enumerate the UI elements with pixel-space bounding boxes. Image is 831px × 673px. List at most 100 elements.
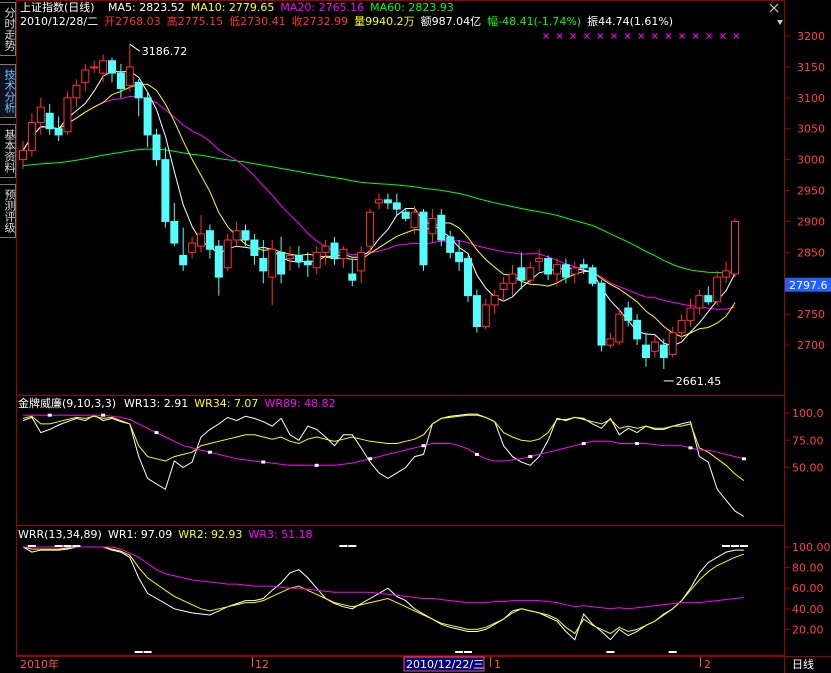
x-marker bbox=[679, 33, 685, 39]
x-marker bbox=[719, 33, 726, 39]
x-marker bbox=[624, 33, 631, 39]
candle bbox=[704, 286, 713, 305]
price-tick-label: 2700 bbox=[797, 339, 825, 352]
svg-text:2797.6: 2797.6 bbox=[789, 279, 828, 292]
candle bbox=[472, 289, 481, 333]
ma-values: MA5: 2823.52 MA10: 2779.65 MA20: 2765.16 MA… bbox=[108, 1, 454, 14]
osc-tick-label: 60.00 bbox=[792, 582, 824, 595]
candle bbox=[108, 57, 116, 83]
candle bbox=[490, 289, 499, 315]
candle bbox=[250, 233, 259, 265]
candle bbox=[357, 246, 366, 284]
candle bbox=[348, 258, 357, 287]
wr89-marker bbox=[101, 413, 106, 417]
wr89-marker bbox=[421, 444, 426, 448]
wrr-panel-frame bbox=[16, 525, 785, 656]
candle bbox=[481, 298, 490, 330]
high-annotation: 3186.72 bbox=[129, 43, 188, 58]
osc-tick-label: 20.00 bbox=[792, 623, 824, 636]
price-tick-label: 3200 bbox=[797, 30, 825, 43]
candle bbox=[722, 261, 731, 284]
osc-tick-label: 75.00 bbox=[792, 434, 824, 447]
wr-panel-title: 金牌威廉(9,10,3,3) bbox=[18, 396, 116, 410]
close-icon[interactable] bbox=[769, 3, 779, 13]
candle bbox=[63, 91, 72, 135]
candle bbox=[392, 193, 401, 216]
x-marker bbox=[665, 33, 672, 39]
candle bbox=[303, 252, 312, 278]
x-marker bbox=[570, 33, 577, 39]
candle bbox=[179, 227, 188, 271]
candle bbox=[588, 264, 597, 287]
candle bbox=[99, 54, 108, 83]
time-axis: 2010年 12 2010/12/22/三 1 2 日线 bbox=[20, 656, 814, 672]
value-item: MA60: 2823.93 bbox=[370, 1, 454, 14]
day-info-line: 2010/12/28/二 开2768.03 高2775.15 低2730.41 收273… bbox=[20, 14, 673, 28]
x-marker bbox=[706, 33, 713, 39]
wr89-marker bbox=[47, 413, 52, 417]
value-item: WR89: 48.82 bbox=[264, 397, 335, 410]
osc-series-line bbox=[22, 546, 744, 641]
index-title: 上证指数(日线) bbox=[20, 0, 95, 14]
candle bbox=[19, 141, 27, 169]
price-axis: 3200315031003050300029502900285028002750… bbox=[785, 30, 825, 352]
candle bbox=[499, 277, 508, 302]
time-label-feb: 2 bbox=[704, 658, 711, 671]
value-item: 开2768.03 bbox=[104, 15, 161, 28]
candle bbox=[312, 246, 321, 274]
wr89-marker bbox=[528, 455, 533, 459]
low-annotation: 2661.45 bbox=[663, 375, 721, 388]
candle bbox=[570, 261, 579, 284]
candle bbox=[321, 240, 330, 265]
stock-chart: 上证指数(日线) MA5: 2823.52 MA10: 2779.65 MA20: … bbox=[16, 0, 831, 673]
wrr-panel-values: WR1: 97.09 WR2: 92.93 WR3: 51.18 bbox=[108, 528, 313, 541]
candle bbox=[366, 209, 375, 253]
wr-panel-frame bbox=[16, 395, 785, 526]
wr-lines bbox=[22, 413, 746, 517]
svg-text:3186.72: 3186.72 bbox=[142, 45, 188, 58]
osc-tick-label: 100.00 bbox=[792, 541, 831, 554]
candle bbox=[597, 280, 606, 352]
wr89-marker bbox=[261, 460, 266, 464]
x-marker bbox=[733, 33, 740, 39]
candle bbox=[695, 289, 704, 315]
value-item: WR3: 51.18 bbox=[248, 528, 312, 541]
x-marker bbox=[597, 33, 604, 39]
candle bbox=[526, 261, 535, 284]
wr89-marker bbox=[688, 446, 693, 450]
candle bbox=[232, 221, 241, 247]
wrr-lines bbox=[22, 545, 748, 653]
candle bbox=[375, 193, 383, 210]
candle bbox=[134, 79, 143, 117]
wr89-marker bbox=[368, 457, 373, 461]
candle bbox=[464, 255, 472, 302]
value-item: 2010/12/28/二 bbox=[20, 15, 98, 28]
value-item: WR34: 7.07 bbox=[194, 397, 258, 410]
osc-tick-label: 100.0 bbox=[792, 407, 824, 420]
candle bbox=[446, 230, 455, 259]
time-label-jan: 1 bbox=[494, 658, 501, 671]
candle bbox=[686, 298, 695, 327]
candle bbox=[535, 249, 544, 271]
candle bbox=[606, 332, 615, 349]
wr-panel-values: WR13: 2.91 WR34: 7.07 WR89: 48.82 bbox=[124, 397, 336, 410]
wrr-panel-title: WRR(13,34,89) bbox=[18, 528, 102, 541]
candle bbox=[339, 246, 348, 268]
time-label-dec: 12 bbox=[255, 658, 269, 671]
period-label[interactable]: 日线 bbox=[792, 657, 814, 671]
x-marker bbox=[611, 33, 617, 39]
candle bbox=[277, 236, 286, 284]
current-price-tag: 2797.6 bbox=[785, 277, 831, 292]
candle bbox=[428, 209, 437, 244]
candle bbox=[223, 233, 232, 271]
wr-axis: 100.0 75.00 50.00 bbox=[785, 407, 824, 475]
chevron-down-icon[interactable] bbox=[777, 20, 783, 25]
candle bbox=[517, 252, 526, 290]
candle bbox=[650, 335, 659, 358]
value-item: MA10: 2779.65 bbox=[191, 1, 275, 14]
candle bbox=[241, 224, 250, 247]
candle bbox=[419, 209, 428, 271]
price-tick-label: 3000 bbox=[797, 154, 825, 167]
candle bbox=[259, 240, 268, 284]
candle bbox=[544, 255, 553, 281]
